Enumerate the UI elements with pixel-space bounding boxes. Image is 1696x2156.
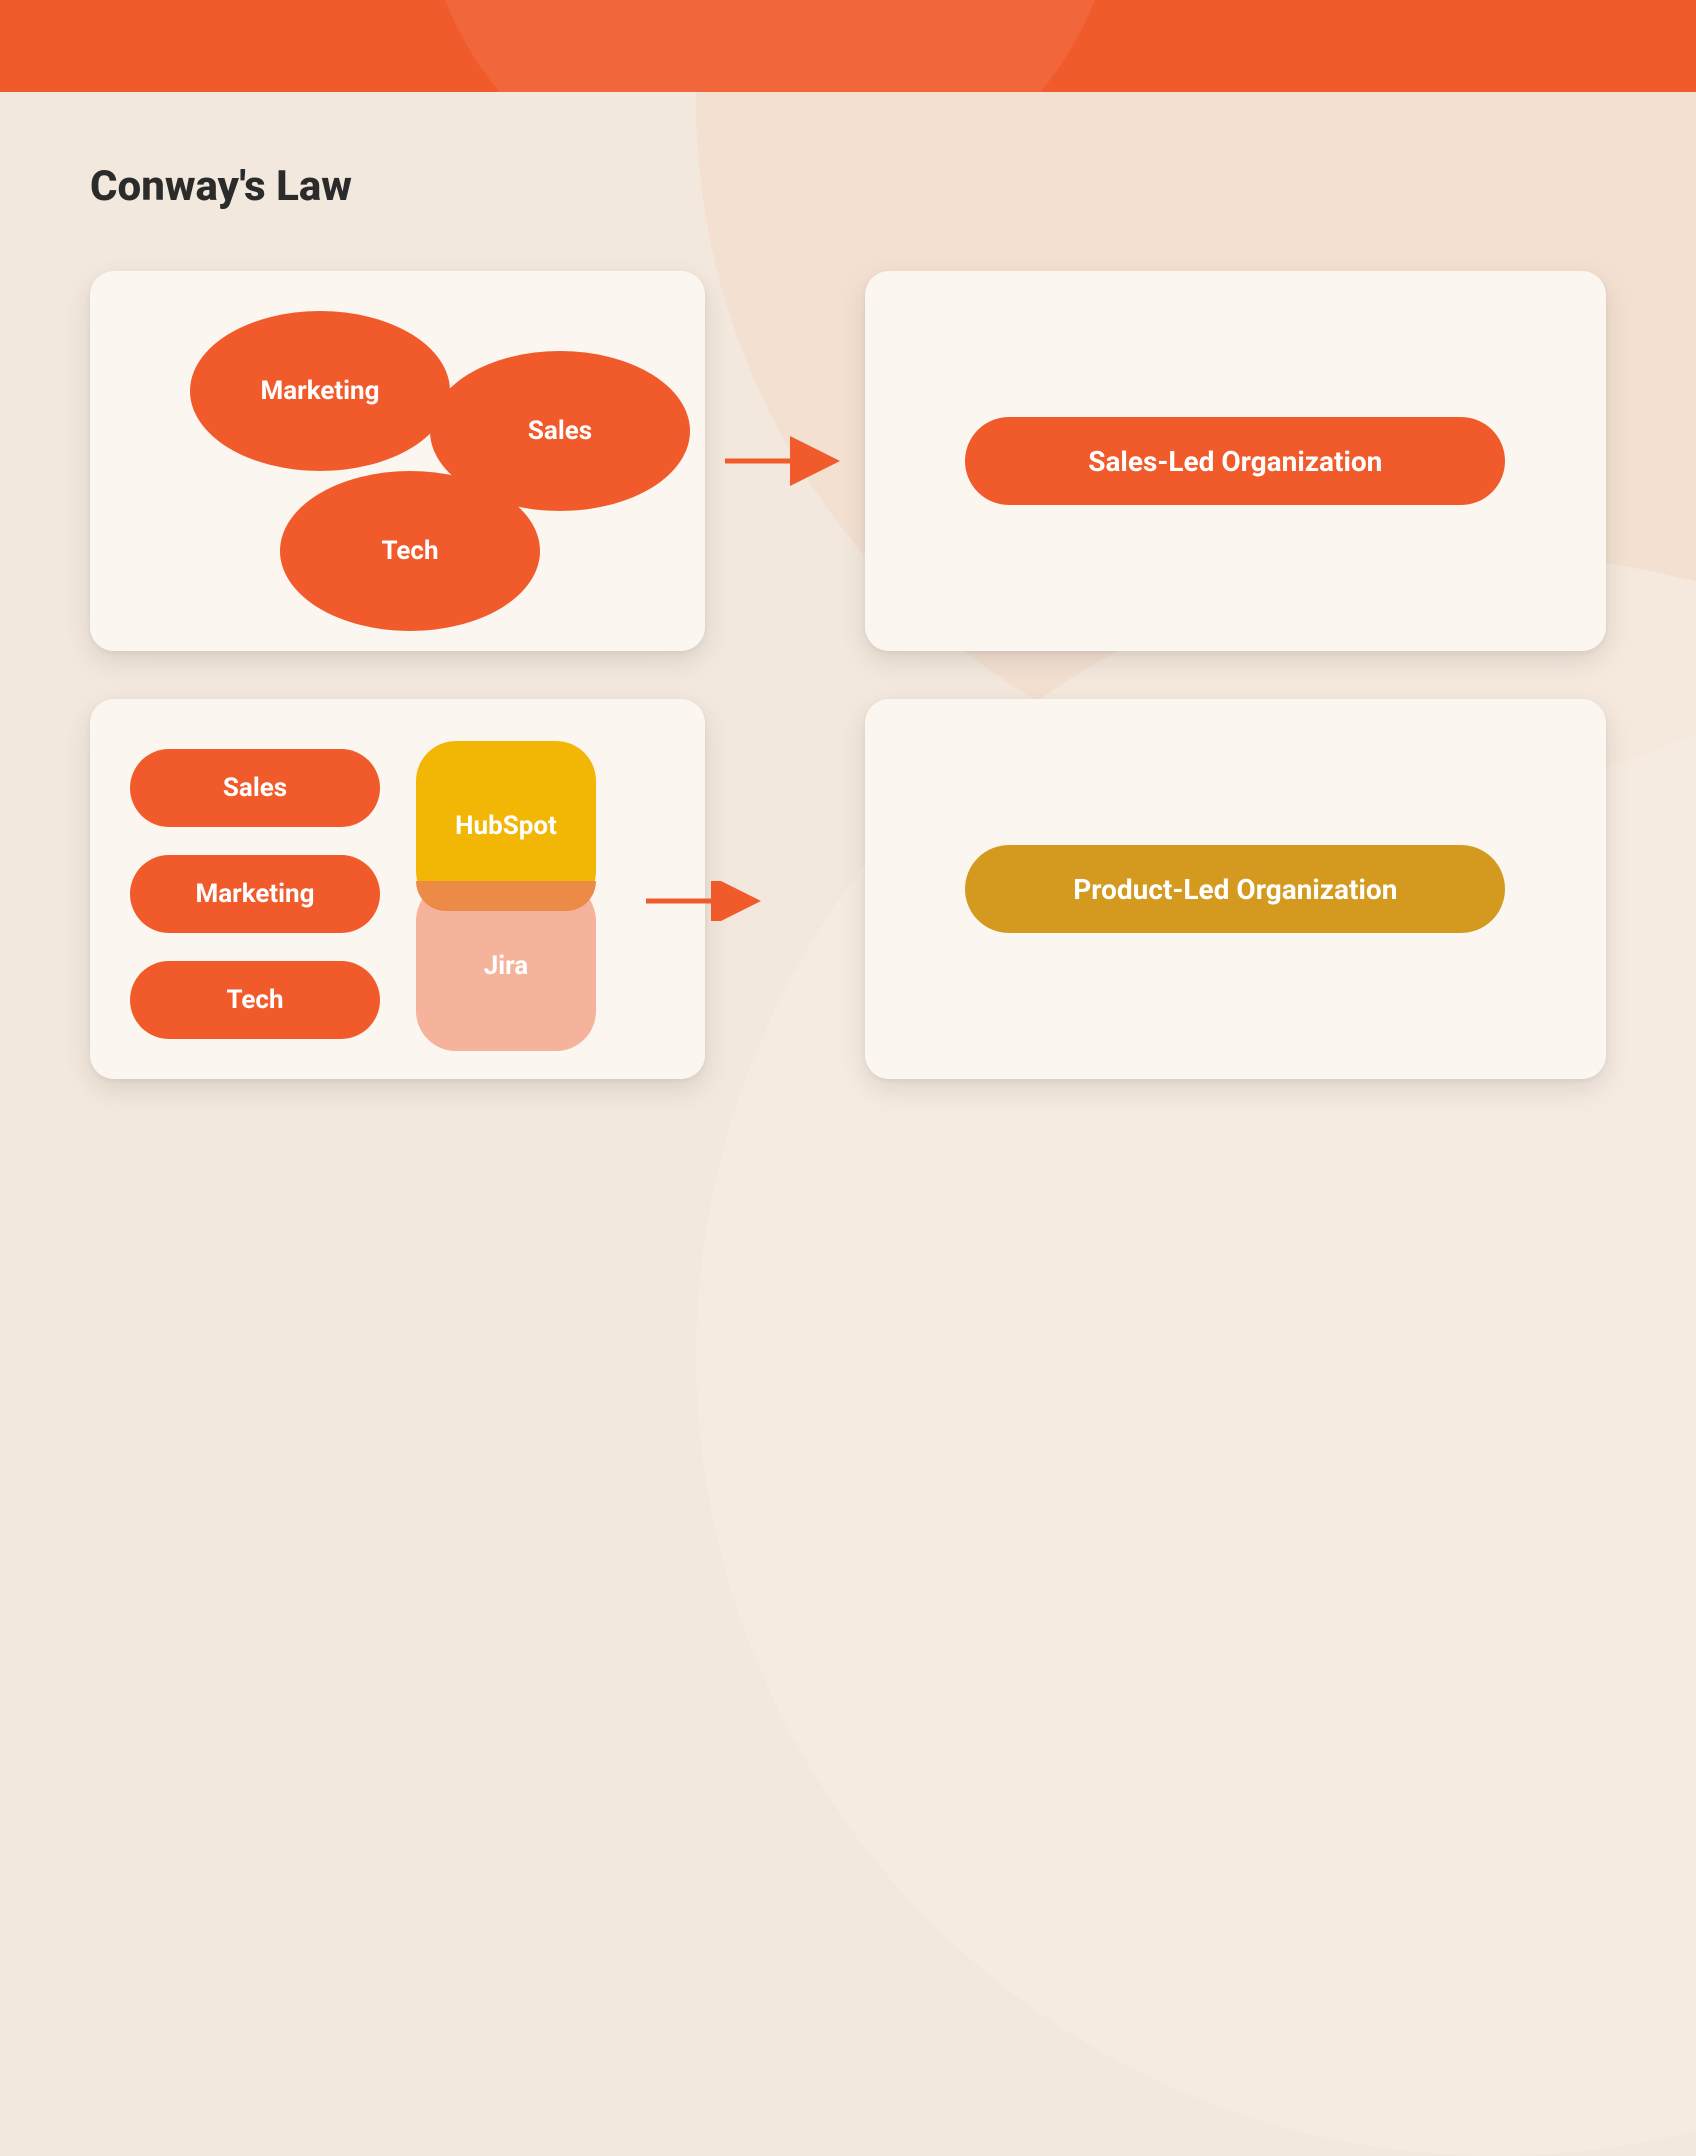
diagram-rows: Marketing Sales Tech	[90, 271, 1606, 1079]
ellipse-label: Sales	[528, 416, 592, 446]
pill-product-led-org: Product-Led Organization	[965, 845, 1505, 933]
pill-label: Marketing	[196, 879, 315, 909]
pill-sales-led-org: Sales-Led Organization	[965, 417, 1505, 505]
pill-marketing: Marketing	[130, 855, 380, 933]
pill-label: Tech	[226, 985, 283, 1015]
card-org-pills-tools: Sales Marketing Tech HubSpot	[90, 699, 705, 1079]
pill-label: Product-Led Organization	[1073, 873, 1397, 906]
pill-label: Sales	[223, 773, 287, 803]
ellipse-label: Tech	[381, 536, 438, 566]
arrow-right-icon	[646, 881, 766, 921]
tools-column: HubSpot Jira	[416, 741, 616, 1041]
card-result-product-led: Product-Led Organization	[865, 699, 1606, 1079]
pill-tech: Tech	[130, 961, 380, 1039]
diagram-row-sales-led: Marketing Sales Tech	[90, 271, 1606, 651]
top-banner	[0, 0, 1696, 92]
tool-overlap-region	[416, 881, 596, 911]
tool-label: HubSpot	[455, 811, 557, 841]
card-org-ellipses: Marketing Sales Tech	[90, 271, 705, 651]
ellipse-marketing: Marketing	[190, 311, 450, 471]
card-result-sales-led: Sales-Led Organization	[865, 271, 1606, 651]
diagram-row-product-led: Sales Marketing Tech HubSpot	[90, 699, 1606, 1079]
department-column: Sales Marketing Tech	[130, 739, 380, 1039]
slide-content: Conway's Law Marketing Sales Tech	[0, 92, 1696, 1256]
slide-title: Conway's Law	[90, 162, 1606, 211]
arrow-right-icon	[737, 441, 833, 481]
ellipse-tech: Tech	[280, 471, 540, 631]
pill-label: Sales-Led Organization	[1088, 445, 1382, 478]
pill-sales: Sales	[130, 749, 380, 827]
ellipse-label: Marketing	[261, 376, 380, 406]
tool-label: Jira	[484, 951, 528, 981]
